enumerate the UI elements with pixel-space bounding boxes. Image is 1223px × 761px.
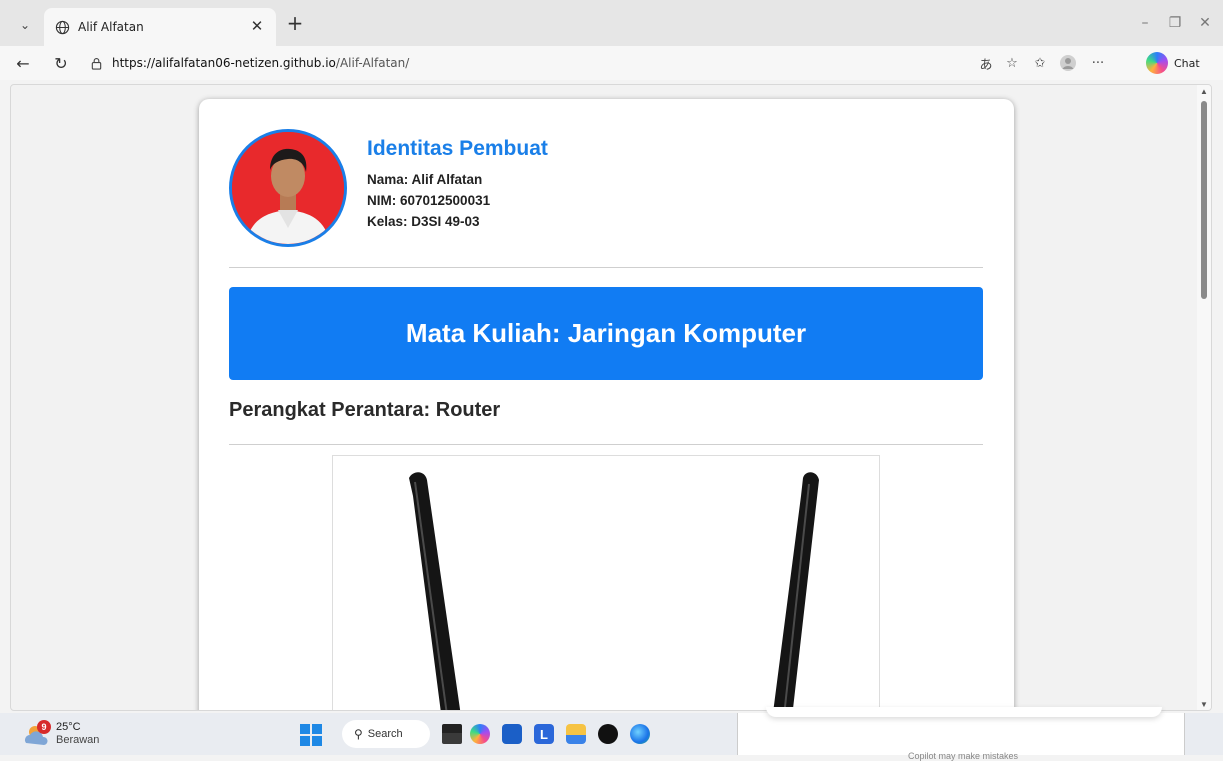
copilot-chat-button[interactable]: Chat (1146, 51, 1200, 75)
nim-text: NIM: 607012500031 (367, 193, 491, 208)
app-l-icon[interactable]: L (534, 724, 554, 744)
back-arrow-icon[interactable]: ← (12, 52, 34, 74)
favorites-list-icon[interactable]: ✩ (1030, 53, 1050, 73)
weather-description: Berawan (56, 734, 100, 746)
browser-tab[interactable]: Alif Alfatan ✕ (44, 8, 276, 46)
new-tab-plus-icon[interactable]: + (284, 11, 306, 35)
weather-widget[interactable]: 9 25°C Berawan (22, 720, 100, 747)
class-text: Kelas: D3SI 49-03 (367, 214, 480, 229)
minimize-icon[interactable]: – (1134, 12, 1156, 34)
content-card: Identitas Pembuat Nama: Alif Alfatan NIM… (199, 99, 1014, 710)
tiktok-icon[interactable] (598, 724, 618, 744)
router-image (332, 455, 880, 710)
favorite-star-icon[interactable]: ☆ (1002, 53, 1022, 73)
course-title: Mata Kuliah: Jaringan Komputer (405, 318, 807, 348)
app-l-label: L (540, 726, 548, 742)
copilot-taskbar-icon[interactable] (470, 724, 490, 744)
site-info-lock-icon[interactable] (88, 55, 104, 71)
window-close-icon[interactable]: ✕ (1194, 12, 1216, 34)
copilot-input-pill[interactable] (766, 707, 1162, 717)
divider (229, 267, 983, 268)
divider (229, 444, 983, 445)
refresh-icon[interactable]: ↻ (50, 52, 72, 74)
url-text: https://alifalfatan06-netizen.github.io/… (112, 56, 409, 70)
close-tab-icon[interactable]: ✕ (248, 17, 266, 35)
taskbar-search[interactable]: ⚲ Search (342, 720, 430, 748)
scroll-up-arrow-icon[interactable]: ▲ (1200, 87, 1208, 96)
section-title: Perangkat Perantara: Router (229, 399, 501, 421)
title-bar: ⌄ Alif Alfatan ✕ + – ❐ ✕ (0, 0, 1223, 46)
globe-icon (54, 19, 70, 35)
restore-icon[interactable]: ❐ (1164, 12, 1186, 34)
identity-heading: Identitas Pembuat (367, 137, 548, 160)
windows-start-icon[interactable] (300, 724, 322, 746)
task-view-icon[interactable] (442, 724, 462, 744)
notification-badge: 9 (37, 720, 51, 734)
address-bar[interactable]: https://alifalfatan06-netizen.github.io/… (84, 50, 964, 76)
weather-temperature: 25°C (56, 721, 81, 733)
page-viewport: Identitas Pembuat Nama: Alif Alfatan NIM… (10, 84, 1212, 711)
profile-photo (229, 129, 347, 247)
tab-title: Alif Alfatan (78, 20, 144, 34)
copilot-disclaimer: Copilot may make mistakes (908, 751, 1019, 761)
search-label: Search (367, 728, 403, 740)
name-text: Nama: Alif Alfatan (367, 172, 483, 187)
creator-identity: Identitas Pembuat Nama: Alif Alfatan NIM… (367, 137, 548, 232)
scrollbar-thumb[interactable] (1201, 101, 1207, 299)
chat-label: Chat (1174, 56, 1200, 70)
read-aloud-translate-icon[interactable]: あ (976, 53, 996, 73)
profile-avatar-icon[interactable] (1058, 53, 1078, 73)
copilot-notice-panel: Copilot may make mistakes (737, 707, 1185, 761)
url-host: https://alifalfatan06-netizen.github.io (112, 56, 336, 70)
search-icon: ⚲ (354, 727, 363, 741)
more-options-ellipsis-icon[interactable]: ··· (1088, 53, 1108, 73)
vertical-scrollbar[interactable]: ▲ ▼ (1197, 85, 1211, 710)
browser-toolbar: ← ↻ https://alifalfatan06-netizen.github… (0, 46, 1223, 80)
url-path: /Alif-Alfatan/ (335, 56, 410, 70)
file-explorer-icon[interactable] (566, 724, 586, 744)
windows-taskbar: 9 25°C Berawan ⚲ Search L Copilot may ma… (0, 707, 1223, 761)
store-icon[interactable] (502, 724, 522, 744)
scroll-down-arrow-icon[interactable]: ▼ (1200, 700, 1208, 709)
copilot-icon (1146, 52, 1168, 74)
course-banner: Mata Kuliah: Jaringan Komputer (229, 287, 983, 380)
tab-actions-chevron-icon[interactable]: ⌄ (14, 14, 36, 36)
edge-browser-icon[interactable] (630, 724, 650, 744)
